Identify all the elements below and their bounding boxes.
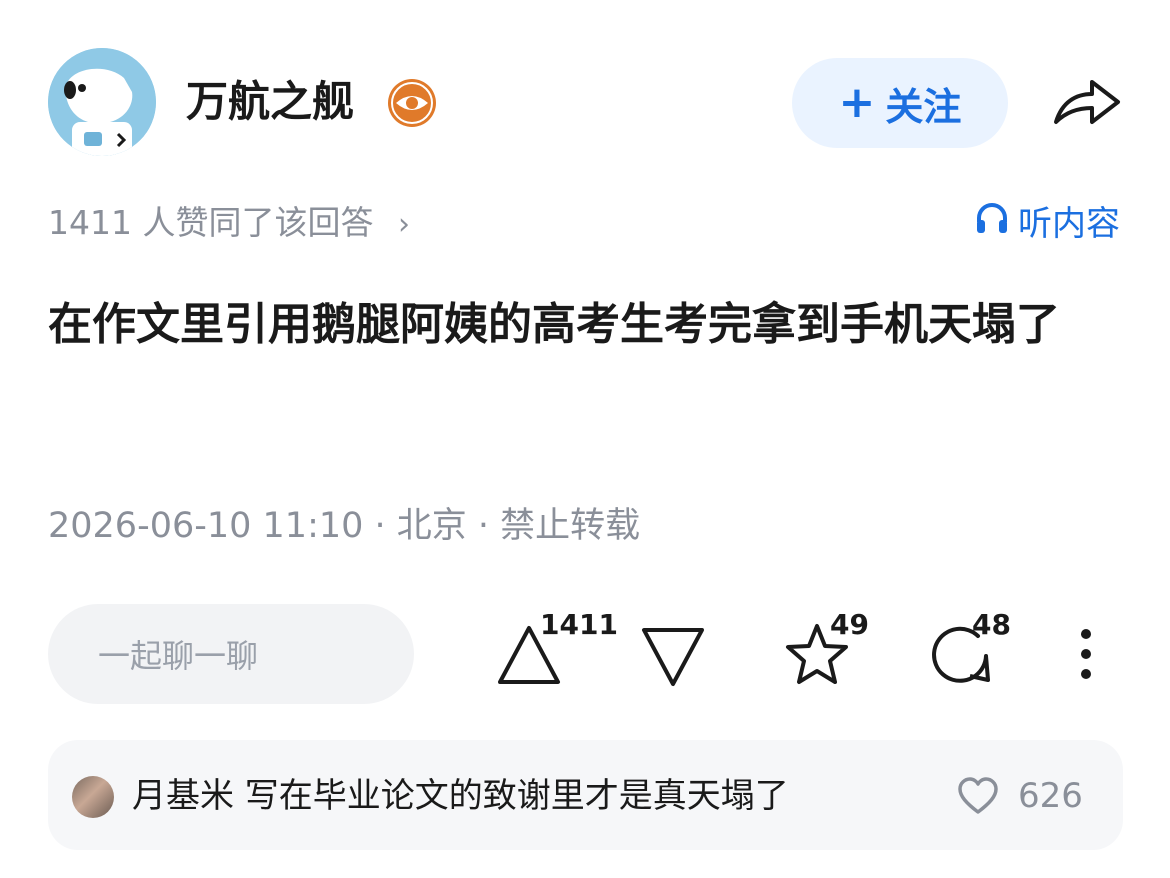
- post-meta-line: 2026-06-10 11:10 · 北京 · 禁止转载: [48, 506, 641, 546]
- share-icon[interactable]: [1052, 74, 1124, 130]
- listen-button[interactable]: 听内容: [974, 200, 1120, 248]
- listen-label: 听内容: [1018, 204, 1120, 244]
- heart-icon[interactable]: [956, 776, 1000, 816]
- chevron-right-icon: ›: [397, 207, 410, 242]
- chat-input[interactable]: 一起聊一聊: [48, 604, 414, 704]
- chat-placeholder: 一起聊一聊: [98, 637, 259, 675]
- follow-label: 关注: [885, 84, 962, 129]
- upvote-count: 1411: [540, 608, 618, 641]
- author-name[interactable]: 万航之舰: [186, 72, 354, 132]
- comment-like-count: 626: [1018, 776, 1083, 816]
- plus-icon: +: [838, 77, 876, 128]
- favorite-count: 49: [830, 608, 869, 641]
- headphones-icon: [974, 200, 1010, 248]
- comment-count: 48: [972, 608, 1011, 641]
- more-icon[interactable]: [1074, 626, 1098, 682]
- eye-badge-icon: [386, 77, 438, 129]
- author-avatar[interactable]: [48, 48, 156, 156]
- top-comment-text: 月基米 写在毕业论文的致谢里才是真天塌了: [132, 776, 789, 816]
- post-title: 在作文里引用鹅腿阿姨的高考生考完拿到手机天塌了: [48, 299, 1060, 350]
- upvoters-text: 1411 人赞同了该回答: [48, 203, 374, 242]
- upvoters-summary[interactable]: 1411 人赞同了该回答 ›: [48, 200, 410, 248]
- follow-button[interactable]: + 关注: [792, 58, 1008, 148]
- commenter-avatar: [72, 776, 114, 818]
- downvote-icon[interactable]: [638, 622, 708, 692]
